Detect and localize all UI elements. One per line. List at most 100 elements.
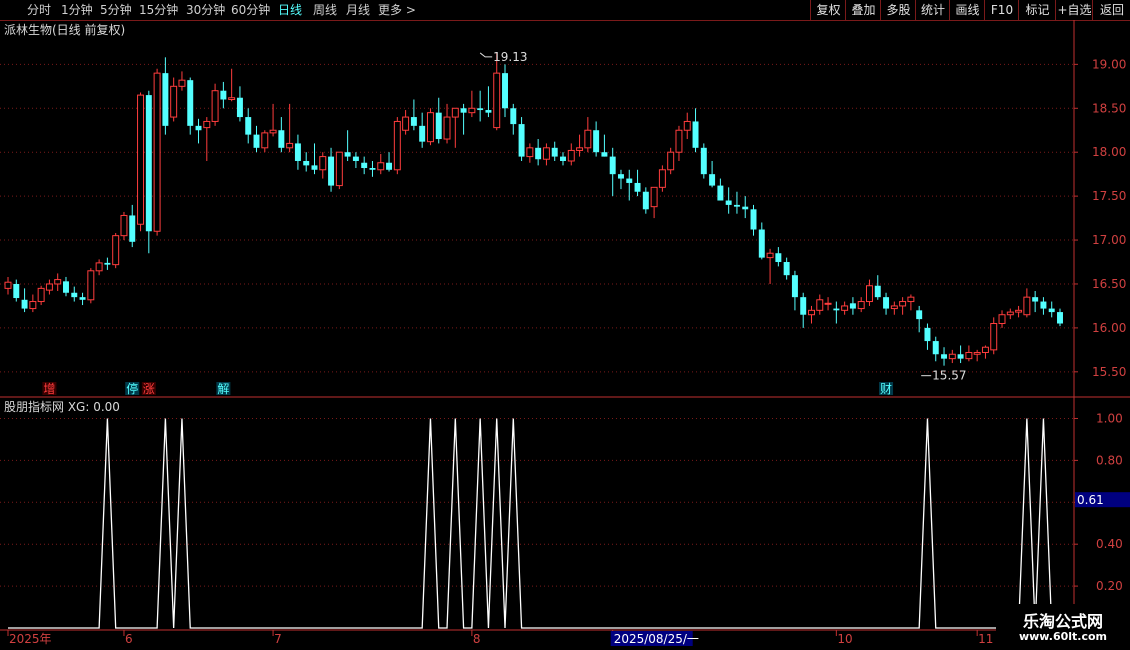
candle-body bbox=[369, 168, 376, 170]
candle-body bbox=[485, 110, 492, 113]
candle bbox=[311, 143, 318, 175]
candle-body bbox=[551, 147, 558, 157]
candle-body bbox=[63, 281, 69, 293]
candle-body bbox=[593, 130, 600, 153]
candle-body bbox=[468, 107, 476, 114]
candle bbox=[377, 153, 385, 175]
candle-body bbox=[675, 129, 683, 153]
candle bbox=[4, 276, 12, 295]
candle-body bbox=[187, 80, 194, 126]
candle-body bbox=[750, 209, 757, 230]
candle-body bbox=[261, 132, 269, 149]
candle bbox=[742, 196, 749, 219]
main-y-tick-label: 16.50 bbox=[1092, 277, 1126, 291]
candle-body bbox=[228, 97, 236, 100]
candle bbox=[750, 204, 757, 236]
main-y-tick-label: 16.00 bbox=[1092, 321, 1126, 335]
candle-body bbox=[717, 185, 724, 201]
candle bbox=[443, 103, 451, 144]
candle bbox=[71, 286, 78, 302]
candle bbox=[286, 103, 294, 153]
candle-body bbox=[783, 262, 790, 276]
candle bbox=[220, 81, 227, 109]
candle-body bbox=[584, 129, 592, 149]
candle-body bbox=[535, 147, 542, 160]
candle-body bbox=[998, 314, 1006, 325]
main-y-tick-label: 15.50 bbox=[1092, 365, 1126, 379]
candle-body bbox=[1040, 301, 1047, 309]
candle bbox=[1040, 297, 1047, 315]
x-tick-label: 10 bbox=[837, 632, 852, 646]
candle bbox=[211, 83, 219, 126]
candle-body bbox=[990, 323, 998, 351]
candle bbox=[493, 52, 501, 131]
candle-body bbox=[443, 116, 451, 140]
candle-body bbox=[13, 283, 20, 299]
ind-y-tick-label: 0.40 bbox=[1096, 537, 1123, 551]
candle bbox=[642, 187, 649, 214]
candle-body bbox=[981, 346, 989, 353]
candle-body bbox=[709, 174, 716, 186]
candle-body bbox=[634, 182, 641, 192]
candle bbox=[675, 125, 683, 161]
candle-body bbox=[700, 147, 707, 175]
candle-body bbox=[402, 116, 410, 131]
candle-body bbox=[29, 301, 37, 310]
candle-body bbox=[1048, 308, 1055, 313]
candle bbox=[352, 152, 359, 169]
candle-body bbox=[725, 200, 732, 205]
candle-body bbox=[890, 305, 898, 310]
x-tick-label: 7 bbox=[274, 632, 282, 646]
main-y-tick-label: 19.00 bbox=[1092, 57, 1126, 71]
candle bbox=[700, 143, 707, 179]
candle bbox=[650, 186, 658, 219]
candle bbox=[104, 257, 111, 270]
candle-body bbox=[410, 117, 417, 126]
candle bbox=[775, 247, 782, 267]
candle-body bbox=[874, 285, 881, 298]
candle-body bbox=[957, 354, 964, 359]
candle bbox=[13, 279, 20, 302]
candle bbox=[245, 108, 252, 144]
candle-body bbox=[1015, 309, 1023, 313]
candle-body bbox=[526, 147, 534, 158]
candle-body bbox=[576, 147, 584, 151]
candle bbox=[294, 134, 301, 170]
candle-body bbox=[236, 97, 243, 118]
high-marker-line bbox=[479, 52, 493, 58]
event-marker-label: 涨 bbox=[143, 381, 155, 396]
candle bbox=[502, 64, 508, 118]
candle-body bbox=[253, 134, 260, 148]
candle bbox=[451, 107, 459, 148]
candle bbox=[460, 103, 467, 135]
candle bbox=[485, 86, 492, 118]
indicator-line bbox=[8, 418, 1074, 629]
candle-body bbox=[203, 120, 211, 129]
candle-body bbox=[178, 79, 186, 87]
candle bbox=[228, 68, 236, 102]
chart-canvas[interactable]: 19.00 18.50 18.00 17.50 17.00 16.50 16.00 15.50… bbox=[0, 0, 1130, 650]
candle-body bbox=[104, 262, 111, 265]
high-price-label: 19.13 bbox=[493, 50, 527, 64]
candle bbox=[170, 77, 178, 122]
candle bbox=[957, 345, 964, 364]
candle-body bbox=[560, 156, 566, 161]
candle-body bbox=[393, 120, 401, 171]
candle-body bbox=[683, 120, 691, 131]
candle bbox=[932, 336, 939, 362]
candle bbox=[261, 130, 269, 153]
candle bbox=[410, 99, 417, 131]
candle bbox=[518, 117, 525, 161]
candle-body bbox=[1006, 311, 1014, 316]
candle bbox=[37, 285, 45, 306]
x-tick-label: 8 bbox=[473, 632, 481, 646]
candle bbox=[683, 112, 691, 140]
candle-body bbox=[4, 281, 12, 289]
main-y-tick-label: 17.00 bbox=[1092, 233, 1126, 247]
candle-body bbox=[824, 302, 832, 305]
candle-body bbox=[601, 152, 608, 157]
candle-body bbox=[932, 341, 939, 355]
candle bbox=[907, 294, 915, 311]
candle-body bbox=[849, 303, 856, 309]
candle-body bbox=[493, 72, 501, 129]
